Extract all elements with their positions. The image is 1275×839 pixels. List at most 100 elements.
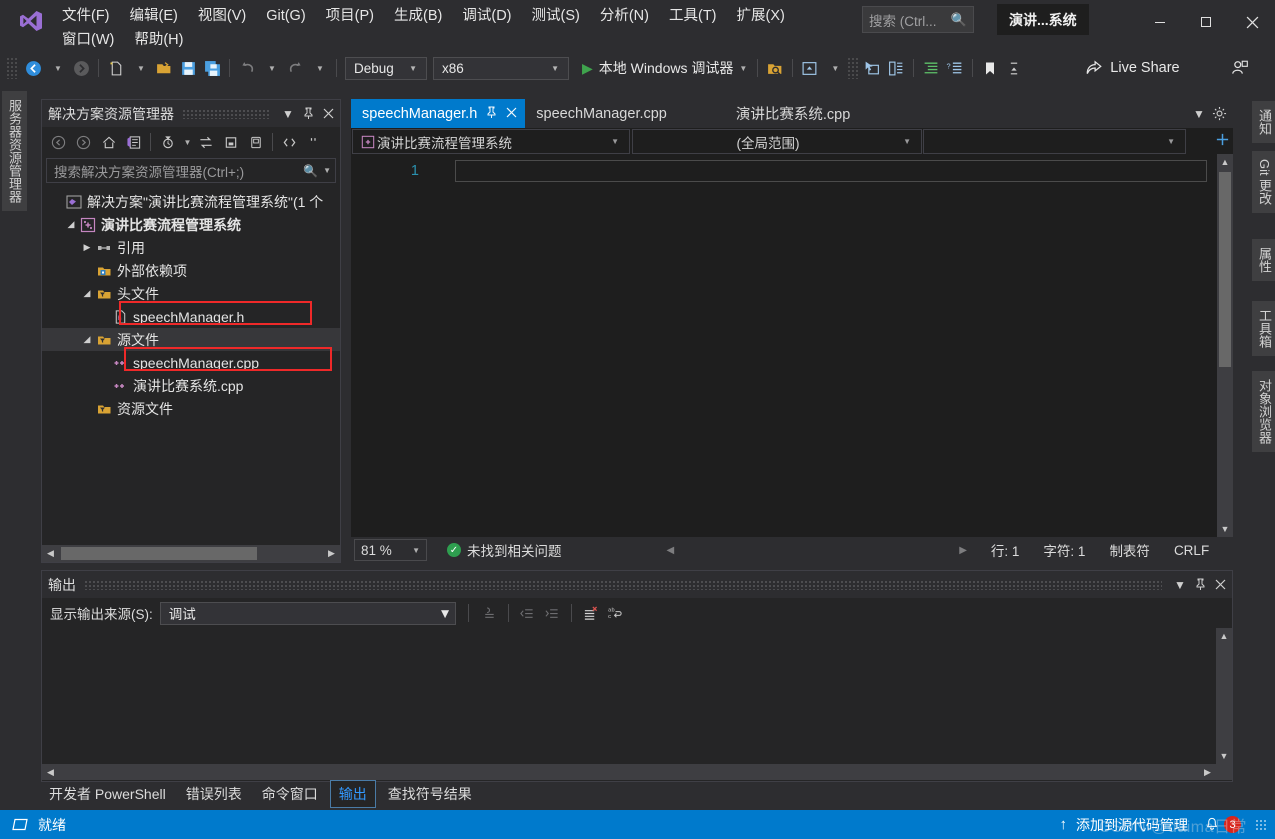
scroll-up-arrow[interactable]: ▲ bbox=[1217, 154, 1233, 170]
pin-icon[interactable] bbox=[1190, 574, 1210, 596]
find-message-icon[interactable] bbox=[477, 601, 502, 625]
preview-icon[interactable] bbox=[798, 56, 822, 80]
dock-tab-toolbox[interactable]: 工具箱 bbox=[1252, 301, 1275, 356]
show-all-files-icon[interactable] bbox=[277, 130, 302, 154]
solution-explorer-hscrollbar[interactable]: ◀ ▶ bbox=[42, 545, 340, 562]
tree-item-solution[interactable]: 解决方案"演讲比赛流程管理系统"(1 个 bbox=[42, 190, 340, 213]
issues-indicator[interactable]: ✓ 未找到相关问题 bbox=[447, 540, 562, 560]
open-file-icon[interactable] bbox=[152, 56, 176, 80]
go-to-next-icon[interactable] bbox=[540, 601, 565, 625]
maximize-button[interactable] bbox=[1183, 0, 1229, 44]
editor-tab-main-cpp[interactable]: 演讲比赛系统.cpp bbox=[725, 99, 858, 128]
filter-icon[interactable] bbox=[155, 130, 180, 154]
scroll-track[interactable] bbox=[59, 547, 323, 560]
zoom-level-combo[interactable]: 81 % ▼ bbox=[354, 539, 427, 561]
menu-build[interactable]: 生成(B) bbox=[384, 4, 452, 28]
solution-tree[interactable]: 解决方案"演讲比赛流程管理系统"(1 个 ◢ 演讲比赛流程管理系统 ▶ 引用 外… bbox=[42, 186, 340, 515]
output-vertical-scrollbar[interactable]: ▲ ▼ bbox=[1216, 628, 1232, 780]
tree-item-source-files-folder[interactable]: ◢ 源文件 bbox=[42, 328, 340, 351]
outline-icon[interactable]: ? bbox=[943, 56, 967, 80]
new-file-icon[interactable] bbox=[104, 56, 128, 80]
collapse-all-icon[interactable] bbox=[218, 130, 243, 154]
output-source-combo[interactable]: 调试 ▼ bbox=[159, 601, 456, 625]
properties-icon[interactable] bbox=[243, 130, 268, 154]
split-view-icon[interactable] bbox=[1211, 128, 1233, 150]
menu-window[interactable]: 窗口(W) bbox=[52, 28, 124, 52]
build-configuration-combo[interactable]: Debug ▼ bbox=[345, 56, 427, 80]
solution-explorer-search[interactable]: 搜索解决方案资源管理器(Ctrl+;) 🔍 ▼ bbox=[46, 158, 336, 183]
tree-item-header-files-folder[interactable]: ◢ 头文件 bbox=[42, 282, 340, 305]
prev-issue-arrow-icon[interactable]: ◀ bbox=[667, 545, 675, 556]
menu-project[interactable]: 项目(P) bbox=[316, 4, 384, 28]
chevron-down-icon[interactable]: ▼ bbox=[1189, 103, 1209, 125]
nav-scope-combo[interactable]: (全局范围) ▼ bbox=[632, 129, 922, 154]
scroll-thumb[interactable] bbox=[61, 547, 257, 560]
menu-view[interactable]: 视图(V) bbox=[188, 4, 256, 28]
chevron-down-icon[interactable]: ▼ bbox=[278, 103, 298, 125]
global-search-box[interactable]: 搜索 (Ctrl... 🔍 bbox=[862, 6, 974, 33]
navigate-back-icon[interactable] bbox=[21, 56, 45, 80]
scroll-right-arrow[interactable]: ▶ bbox=[1199, 767, 1216, 778]
chevron-down-icon[interactable]: ▼ bbox=[1170, 574, 1190, 596]
editor-vertical-scrollbar[interactable]: ▲ ▼ bbox=[1217, 154, 1233, 537]
menu-edit[interactable]: 编辑(E) bbox=[120, 4, 188, 28]
menu-git[interactable]: Git(G) bbox=[256, 4, 315, 28]
menu-extensions[interactable]: 扩展(X) bbox=[727, 4, 795, 28]
code-editing-surface[interactable]: 1 ▲ ▼ bbox=[351, 154, 1233, 537]
menu-tools[interactable]: 工具(T) bbox=[659, 4, 727, 28]
preview-selected-icon[interactable] bbox=[302, 130, 327, 154]
save-icon[interactable] bbox=[176, 56, 200, 80]
nav-member-combo[interactable]: ▼ bbox=[923, 129, 1186, 154]
tree-item-speechmanager-cpp[interactable]: speechManager.cpp bbox=[42, 351, 340, 374]
live-share-button[interactable]: Live Share bbox=[1084, 59, 1180, 77]
editor-tab-speechmanager-h[interactable]: speechManager.h bbox=[351, 99, 526, 128]
navigate-forward-icon[interactable] bbox=[69, 56, 93, 80]
scroll-left-arrow[interactable]: ◀ bbox=[42, 548, 59, 559]
new-file-dropdown[interactable]: ▼ bbox=[128, 56, 152, 80]
bottom-tab-find-symbol-results[interactable]: 查找符号结果 bbox=[380, 781, 480, 807]
bottom-tab-output[interactable]: 输出 bbox=[329, 780, 376, 808]
dock-tab-notifications[interactable]: 通知 bbox=[1252, 101, 1275, 143]
tree-item-project[interactable]: ◢ 演讲比赛流程管理系统 bbox=[42, 213, 340, 236]
scroll-up-arrow[interactable]: ▲ bbox=[1216, 628, 1232, 644]
scroll-track[interactable] bbox=[59, 766, 1199, 779]
tree-item-resource-files-folder[interactable]: 资源文件 bbox=[42, 397, 340, 420]
editor-tab-speechmanager-cpp[interactable]: speechManager.cpp bbox=[525, 99, 675, 128]
redo-icon[interactable] bbox=[283, 56, 307, 80]
tree-expander[interactable]: ◢ bbox=[80, 334, 94, 345]
select-element-icon[interactable] bbox=[860, 56, 884, 80]
scroll-right-arrow[interactable]: ▶ bbox=[323, 548, 340, 559]
toggle-word-wrap-icon[interactable]: ab c bbox=[603, 601, 628, 625]
gear-icon[interactable] bbox=[1209, 103, 1229, 125]
toolbar-grip[interactable] bbox=[6, 57, 18, 79]
menu-help[interactable]: 帮助(H) bbox=[124, 28, 193, 52]
redo-dropdown[interactable]: ▼ bbox=[307, 56, 331, 80]
tree-expander[interactable]: ◢ bbox=[80, 288, 94, 299]
bookmark-nav-icons[interactable] bbox=[1002, 56, 1026, 80]
next-issue-arrow-icon[interactable]: ▶ bbox=[959, 545, 967, 556]
start-debugging-button[interactable]: ▶ 本地 Windows 调试器 ▼ bbox=[577, 58, 752, 78]
tree-item-speechmanager-h[interactable]: h speechManager.h bbox=[42, 305, 340, 328]
preview-dropdown[interactable]: ▼ bbox=[822, 56, 846, 80]
output-horizontal-scrollbar[interactable]: ◀ ▶ bbox=[42, 764, 1232, 780]
close-icon[interactable] bbox=[1210, 574, 1230, 596]
go-to-previous-icon[interactable] bbox=[515, 601, 540, 625]
close-icon[interactable] bbox=[318, 103, 338, 125]
forward-icon[interactable] bbox=[71, 130, 96, 154]
dock-tab-object-browser[interactable]: 对象浏览器 bbox=[1252, 371, 1275, 452]
nav-project-combo[interactable]: 演讲比赛流程管理系统 ▼ bbox=[352, 129, 630, 154]
bottom-tab-error-list[interactable]: 错误列表 bbox=[178, 781, 250, 807]
add-to-source-control-button[interactable]: ↑ 添加到源代码管理 bbox=[1052, 815, 1197, 835]
menu-analyze[interactable]: 分析(N) bbox=[590, 4, 659, 28]
toolbar-grip[interactable] bbox=[847, 57, 860, 79]
tree-expander[interactable]: ▶ bbox=[80, 242, 94, 253]
tree-item-external-dependencies[interactable]: 外部依赖项 bbox=[42, 259, 340, 282]
home-icon[interactable] bbox=[96, 130, 121, 154]
scroll-down-arrow[interactable]: ▼ bbox=[1217, 521, 1233, 537]
undo-icon[interactable] bbox=[235, 56, 259, 80]
menu-debug[interactable]: 调试(D) bbox=[452, 4, 521, 28]
scroll-down-arrow[interactable]: ▼ bbox=[1216, 748, 1232, 764]
build-platform-combo[interactable]: x86 ▼ bbox=[433, 56, 569, 80]
menu-test[interactable]: 测试(S) bbox=[522, 4, 590, 28]
tree-item-references[interactable]: ▶ 引用 bbox=[42, 236, 340, 259]
